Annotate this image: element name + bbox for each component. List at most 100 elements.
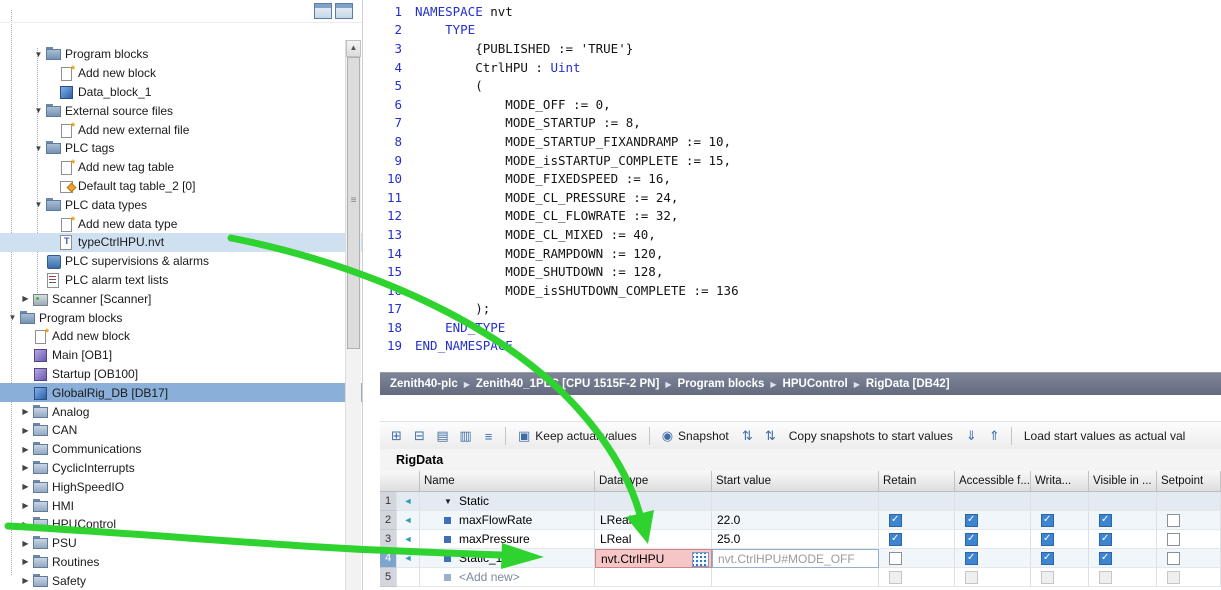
expander-collapsed-icon[interactable]: ▶: [19, 426, 32, 435]
expander-collapsed-icon[interactable]: ▶: [19, 520, 32, 529]
retain-cell[interactable]: [879, 492, 955, 511]
tree-item-data-block-1[interactable]: Data_block_1: [0, 83, 362, 102]
reset-start-values-button[interactable]: ▤: [432, 426, 453, 446]
start-value-cell[interactable]: nvt.CtrlHPU#MODE_OFF: [712, 549, 879, 568]
tree-item-add-new-data-type[interactable]: Add new data type: [0, 214, 362, 233]
column-header-data-type[interactable]: Data type: [595, 471, 712, 491]
name-cell[interactable]: maxPressure: [420, 530, 595, 549]
writable-cell[interactable]: [1031, 511, 1089, 530]
writable-checkbox[interactable]: [1041, 533, 1054, 546]
expander-expanded-icon[interactable]: ▼: [6, 313, 19, 322]
visible-checkbox[interactable]: [1099, 514, 1112, 527]
column-header-rownum[interactable]: [380, 471, 420, 491]
writable-cell[interactable]: [1031, 530, 1089, 549]
tree-item-program-blocks[interactable]: ▼Program blocks: [0, 308, 362, 327]
download-db-button[interactable]: ⇓: [961, 426, 982, 446]
writable-checkbox[interactable]: [1041, 552, 1054, 565]
retain-cell[interactable]: [879, 568, 955, 587]
tree-item-can[interactable]: ▶CAN: [0, 421, 362, 440]
update-interface-button[interactable]: ▥: [455, 426, 476, 446]
expander-collapsed-icon[interactable]: ▶: [19, 482, 32, 491]
visible-cell[interactable]: [1089, 549, 1157, 568]
retain-cell[interactable]: [879, 530, 955, 549]
setpoint-cell[interactable]: [1157, 568, 1221, 587]
expander-collapsed-icon[interactable]: ▶: [19, 463, 32, 472]
start-value-cell[interactable]: 25.0: [712, 530, 879, 549]
tree-item-main-ob1[interactable]: Main [OB1]: [0, 346, 362, 365]
add-row-button[interactable]: ⊟: [409, 426, 430, 446]
visible-cell[interactable]: [1089, 511, 1157, 530]
retain-cell[interactable]: [879, 549, 955, 568]
tree-item-startup-ob100[interactable]: Startup [OB100]: [0, 365, 362, 384]
breadcrumb-item-zenith40-1plc-cpu-1515f-2-pn[interactable]: Zenith40_1PLC [CPU 1515F-2 PN]: [476, 378, 659, 390]
accessible-cell[interactable]: [955, 492, 1031, 511]
tree-item-typectrlhpu-nvt[interactable]: typeCtrlHPU.nvt: [0, 233, 362, 252]
visible-cell[interactable]: [1089, 530, 1157, 549]
table-row-static[interactable]: 1◄▼Static: [380, 492, 1221, 511]
expand-all-members-button[interactable]: ≡: [478, 426, 499, 446]
expander-collapsed-icon[interactable]: ▶: [19, 294, 32, 303]
tree-item-cyclicinterrupts[interactable]: ▶CyclicInterrupts: [0, 459, 362, 478]
tree-item-external-source-files[interactable]: ▼External source files: [0, 101, 362, 120]
tree-item-highspeedio[interactable]: ▶HighSpeedIO: [0, 477, 362, 496]
name-cell[interactable]: Static_1: [420, 549, 595, 568]
column-header-retain[interactable]: Retain: [879, 471, 955, 491]
tree-item-plc-alarm-text-lists[interactable]: PLC alarm text lists: [0, 271, 362, 290]
accessible-checkbox[interactable]: [965, 533, 978, 546]
scroll-up-icon[interactable]: ▲: [346, 40, 361, 57]
expander-collapsed-icon[interactable]: ▶: [19, 501, 32, 510]
breadcrumb-item-program-blocks[interactable]: Program blocks: [677, 378, 764, 390]
tree-item-communications[interactable]: ▶Communications: [0, 440, 362, 459]
visible-cell[interactable]: [1089, 568, 1157, 587]
column-header-accessible-f[interactable]: Accessible f...: [955, 471, 1031, 491]
accessible-cell[interactable]: [955, 511, 1031, 530]
panel-splitter[interactable]: [363, 0, 380, 590]
name-cell[interactable]: maxFlowRate: [420, 511, 595, 530]
tree-item-add-new-tag-table[interactable]: Add new tag table: [0, 158, 362, 177]
accessible-cell[interactable]: [955, 549, 1031, 568]
writable-checkbox[interactable]: [1041, 514, 1054, 527]
row-number[interactable]: 5: [380, 568, 397, 587]
keep-actual-values-button[interactable]: ▣Keep actual values: [512, 426, 643, 446]
code-editor[interactable]: 1NAMESPACE nvt2 TYPE3 {PUBLISHED := 'TRU…: [380, 0, 1221, 374]
column-header-writa[interactable]: Writa...: [1031, 471, 1089, 491]
accessible-cell[interactable]: [955, 530, 1031, 549]
writable-cell[interactable]: [1031, 492, 1089, 511]
data-type-cell[interactable]: nvt.CtrlHPU: [595, 549, 712, 568]
expander-expanded-icon[interactable]: ▼: [32, 144, 45, 153]
start-value-cell[interactable]: [712, 568, 879, 587]
breadcrumb-item-rigdata-db42[interactable]: RigData [DB42]: [866, 378, 950, 390]
tree-item-safety[interactable]: ▶Safety: [0, 571, 362, 590]
column-header-visible-in[interactable]: Visible in ...: [1089, 471, 1157, 491]
copy-start-to-snapshot-icon-button[interactable]: ⇅: [760, 426, 781, 446]
tree-item-globalrig-db-db17[interactable]: GlobalRig_DB [DB17]: [0, 383, 362, 402]
upload-db-button[interactable]: ⇑: [984, 426, 1005, 446]
data-type-cell[interactable]: LReal: [595, 511, 712, 530]
tree-item-default-tag-table-2-0[interactable]: Default tag table_2 [0]: [0, 177, 362, 196]
start-value-cell[interactable]: 22.0: [712, 511, 879, 530]
expander-collapsed-icon[interactable]: ▶: [19, 576, 32, 585]
row-number[interactable]: 3: [380, 530, 397, 549]
tree-item-program-blocks[interactable]: ▼Program blocks: [0, 45, 362, 64]
name-cell[interactable]: <Add new>: [420, 568, 595, 587]
retain-checkbox[interactable]: [889, 533, 902, 546]
retain-checkbox[interactable]: [889, 552, 902, 565]
detach-panel-icon[interactable]: [314, 3, 332, 19]
tree-item-analog[interactable]: ▶Analog: [0, 402, 362, 421]
column-header-name[interactable]: Name: [420, 471, 595, 491]
expander-expanded-icon[interactable]: ▼: [32, 200, 45, 209]
expander-expanded-icon[interactable]: ▼: [444, 497, 459, 506]
data-type-cell[interactable]: [595, 568, 712, 587]
retain-cell[interactable]: [879, 511, 955, 530]
browse-data-type-button[interactable]: [692, 552, 709, 567]
writable-cell[interactable]: [1031, 568, 1089, 587]
setpoint-checkbox[interactable]: [1167, 514, 1180, 527]
tree-item-add-new-block[interactable]: Add new block: [0, 327, 362, 346]
setpoint-cell[interactable]: [1157, 511, 1221, 530]
column-header-setpoint[interactable]: Setpoint: [1157, 471, 1221, 491]
writable-cell[interactable]: [1031, 549, 1089, 568]
setpoint-checkbox[interactable]: [1167, 533, 1180, 546]
tree-item-hmi[interactable]: ▶HMI: [0, 496, 362, 515]
expander-collapsed-icon[interactable]: ▶: [19, 445, 32, 454]
retain-checkbox[interactable]: [889, 514, 902, 527]
